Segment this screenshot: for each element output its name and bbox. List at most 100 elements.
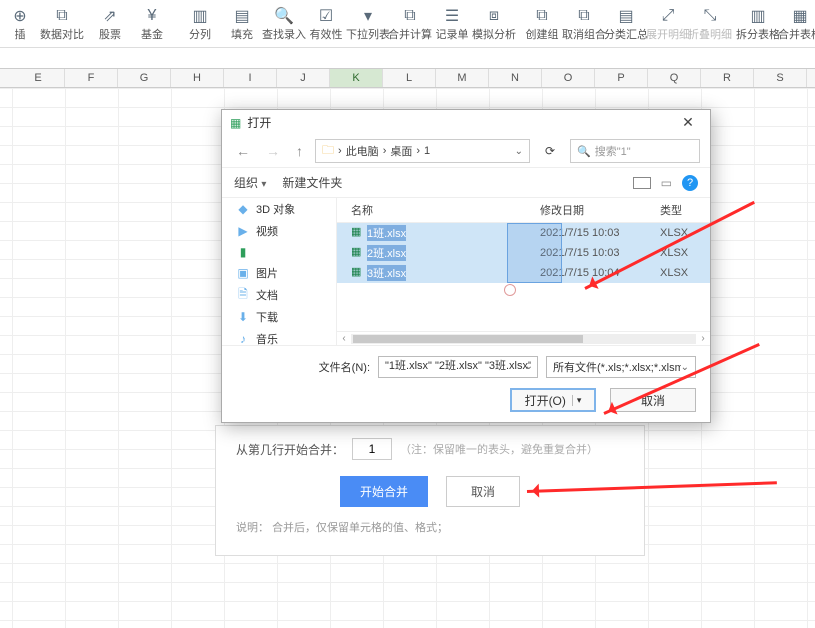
videos-icon: ▶ [236,224,250,238]
scroll-thumb[interactable] [353,335,583,343]
col-header-selected[interactable]: K [330,69,383,87]
3d-objects-icon: ◆ [236,202,250,216]
xlsx-icon [351,247,363,259]
file-row[interactable]: 2班.xlsx 2021/7/15 10:03 XLSX [337,243,710,263]
ribbon-stocks[interactable]: ⇗ 股票 [90,2,130,45]
ribbon-dropdown[interactable]: ▾ 下拉列表 [348,2,388,45]
chevron-down-icon[interactable]: ⌄ [515,146,523,157]
col-header[interactable]: O [542,69,595,87]
col-header[interactable]: H [171,69,224,87]
organize-menu[interactable]: 组织 ▾ [234,174,266,191]
merge-table-icon: ▦ [790,6,810,26]
ribbon-insert[interactable]: ⊕ 插 [0,2,40,45]
record-form-icon: ☰ [442,6,462,26]
col-header[interactable]: N [489,69,542,87]
scroll-right-icon[interactable]: › [696,333,710,344]
dropdown-icon: ▾ [358,6,378,26]
help-icon[interactable]: ? [682,175,698,191]
filename-label: 文件名(N): [319,359,370,375]
nav-back-icon[interactable]: ← [232,141,254,161]
breadcrumb[interactable]: › 此电脑 › 桌面 › 1 ⌄ [315,139,530,163]
consolidate-icon: ⧉ [400,6,420,26]
ribbon-funds[interactable]: ¥ 基金 [132,2,172,45]
merge-start-row-input[interactable] [352,438,392,460]
col-header[interactable]: R [701,69,754,87]
chevron-down-icon[interactable]: ⌄ [525,361,533,372]
lookup-icon: 🔍 [274,6,294,26]
scroll-left-icon[interactable]: ‹ [337,333,351,344]
cancel-merge-button[interactable]: 取消 [446,476,520,507]
col-header[interactable]: P [595,69,648,87]
col-header[interactable]: F [65,69,118,87]
col-header[interactable]: J [277,69,330,87]
ribbon-merge-table[interactable]: ▦ 合并表格 [780,2,815,45]
open-file-dialog: ▦ 打开 ✕ ← → ↑ › 此电脑 › 桌面 › 1 ⌄ ⟳ 🔍 搜索"1" … [221,109,711,423]
file-row[interactable]: 1班.xlsx 2021/7/15 10:03 XLSX [337,223,710,243]
details-pane-icon[interactable]: ▭ [661,176,672,190]
ribbon-subtotal[interactable]: ▤ 分类汇总 [606,2,646,45]
col-header[interactable]: I [224,69,277,87]
app-icon: ▦ [230,116,241,130]
dialog-titlebar[interactable]: ▦ 打开 ✕ [222,110,710,135]
expand-icon: ⤢ [658,6,678,26]
fill-icon: ▤ [232,6,252,26]
ribbon-lookup-entry[interactable]: 🔍 查找录入 [264,2,304,45]
ribbon-data-compare[interactable]: ⧉ 数据对比 [42,2,82,45]
open-button[interactable]: 打开(O) ▾ [510,388,596,412]
file-row[interactable]: 3班.xlsx 2021/7/15 10:04 XLSX [337,263,710,283]
search-input[interactable]: 🔍 搜索"1" [570,139,700,163]
music-icon: ♪ [236,332,250,345]
nav-up-icon[interactable]: ↑ [292,141,307,161]
refresh-icon[interactable]: ⟳ [538,144,562,158]
ribbon-record-form[interactable]: ☰ 记录单 [432,2,472,45]
ribbon-split-table[interactable]: ▥ 拆分表格 [738,2,778,45]
sidebar-item-music[interactable]: ♪ 音乐 [222,328,336,345]
subtotal-icon: ▤ [616,6,636,26]
ribbon-consolidate[interactable]: ⧉ 合并计算 [390,2,430,45]
sidebar-item-pictures[interactable]: ▣ 图片 [222,262,336,284]
filename-input[interactable]: "1班.xlsx" "2班.xlsx" "3班.xlsx" ⌄ [378,356,538,378]
funds-icon: ¥ [142,6,162,26]
column-headers: E F G H I J K L M N O P Q R S [0,68,815,88]
ribbon-split-col[interactable]: ▥ 分列 [180,2,220,45]
col-header[interactable]: G [118,69,171,87]
split-table-icon: ▥ [748,6,768,26]
horizontal-scrollbar[interactable]: ‹ › [337,331,710,345]
col-header[interactable]: E [12,69,65,87]
close-icon[interactable]: ✕ [674,114,702,131]
validation-icon: ☑ [316,6,336,26]
ribbon-fill[interactable]: ▤ 填充 [222,2,262,45]
ribbon-validation[interactable]: ☑ 有效性 [306,2,346,45]
group-icon: ⧉ [532,6,552,26]
merge-desc-text: 合并后，仅保留单元格的值、格式； [272,522,448,534]
ribbon-ungroup[interactable]: ⧉ 取消组合 [564,2,604,45]
xlsx-icon [351,267,363,279]
folder-icon [322,141,334,162]
sidebar-item-unknown[interactable]: ▮ [222,242,336,262]
merge-row-note: （注：保留唯一的表头，避免重复合并） [400,441,598,457]
col-header[interactable]: M [436,69,489,87]
file-list-header[interactable]: 名称 修改日期 类型 [337,198,710,223]
start-merge-button[interactable]: 开始合并 [340,476,428,507]
green-box-icon: ▮ [236,245,250,259]
merge-desc-label: 说明： [236,522,269,534]
ribbon-group[interactable]: ⧉ 创建组 [522,2,562,45]
view-mode-icon[interactable] [633,177,651,189]
folder-tree[interactable]: ◆ 3D 对象 ▶ 视频 ▮ ▣ 图片 🗎 文档 ⬇ 下载 [222,198,337,345]
nav-forward-icon[interactable]: → [262,141,284,161]
filetype-filter[interactable]: 所有文件(*.xls;*.xlsx;*.xlsm;*.cs ⌄ [546,356,696,378]
merge-panel: 从第几行开始合并： （注：保留唯一的表头，避免重复合并） 开始合并 取消 说明：… [215,425,645,556]
ribbon-whatif[interactable]: ⧈ 模拟分析 [474,2,514,45]
col-header[interactable]: Q [648,69,701,87]
ribbon-expand-detail: ⤢ 展开明细 [648,2,688,45]
new-folder-button[interactable]: 新建文件夹 [282,174,342,191]
chevron-down-icon: ⌄ [681,362,689,373]
xlsx-icon [351,227,363,239]
col-header[interactable]: S [754,69,807,87]
sidebar-item-videos[interactable]: ▶ 视频 [222,220,336,242]
col-header[interactable]: L [383,69,436,87]
cancel-button[interactable]: 取消 [610,388,696,412]
sidebar-item-downloads[interactable]: ⬇ 下载 [222,306,336,328]
sidebar-item-documents[interactable]: 🗎 文档 [222,284,336,306]
sidebar-item-3d-objects[interactable]: ◆ 3D 对象 [222,198,336,220]
